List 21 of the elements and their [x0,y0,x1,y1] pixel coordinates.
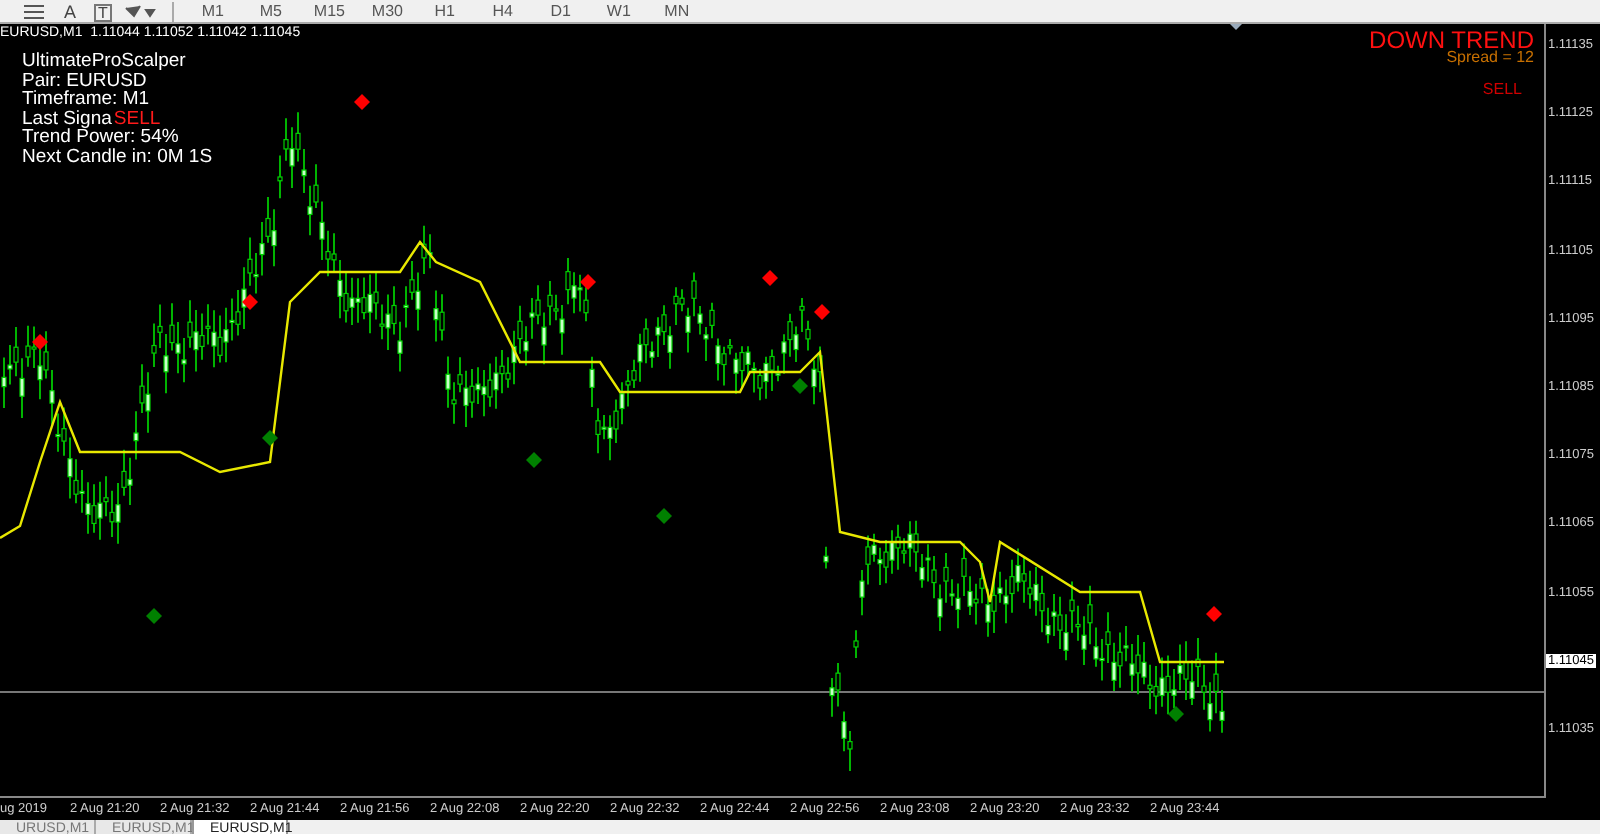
text-tool-button[interactable]: T [94,4,112,22]
spread-text: Spread = 12 [1446,50,1534,66]
text-tool-button[interactable]: A [58,2,83,22]
timeframe-button[interactable]: H1 [421,2,468,22]
indicator-info-text: Pair: EURUSD [22,71,147,91]
last-signal-label: Last Signa [22,107,112,130]
indicator-info-text: Timeframe: M1 [22,90,150,110]
indicator-info-text: Trend Power: 54% [22,128,179,148]
timeframe-button[interactable]: M1 [189,2,236,22]
timeframe-button[interactable]: M15 [305,2,352,22]
timeframe-button[interactable]: D1 [537,2,584,22]
timeframe-button[interactable]: MN [653,2,700,22]
timeframe-button[interactable]: M30 [363,2,410,22]
indicator-info-text: Next Candle in: 0M 1S [22,147,213,168]
timeframe-button[interactable]: H4 [479,2,526,22]
timeframe-button[interactable]: M5 [247,2,294,22]
trend-status-text: DOWN TREND [1369,30,1534,52]
indicator-info-text: UltimateProScalper [22,52,188,72]
timeframe-button[interactable]: W1 [595,2,642,22]
last-signal-value: SELL [113,107,161,130]
signal-text: SELL [1482,80,1522,98]
